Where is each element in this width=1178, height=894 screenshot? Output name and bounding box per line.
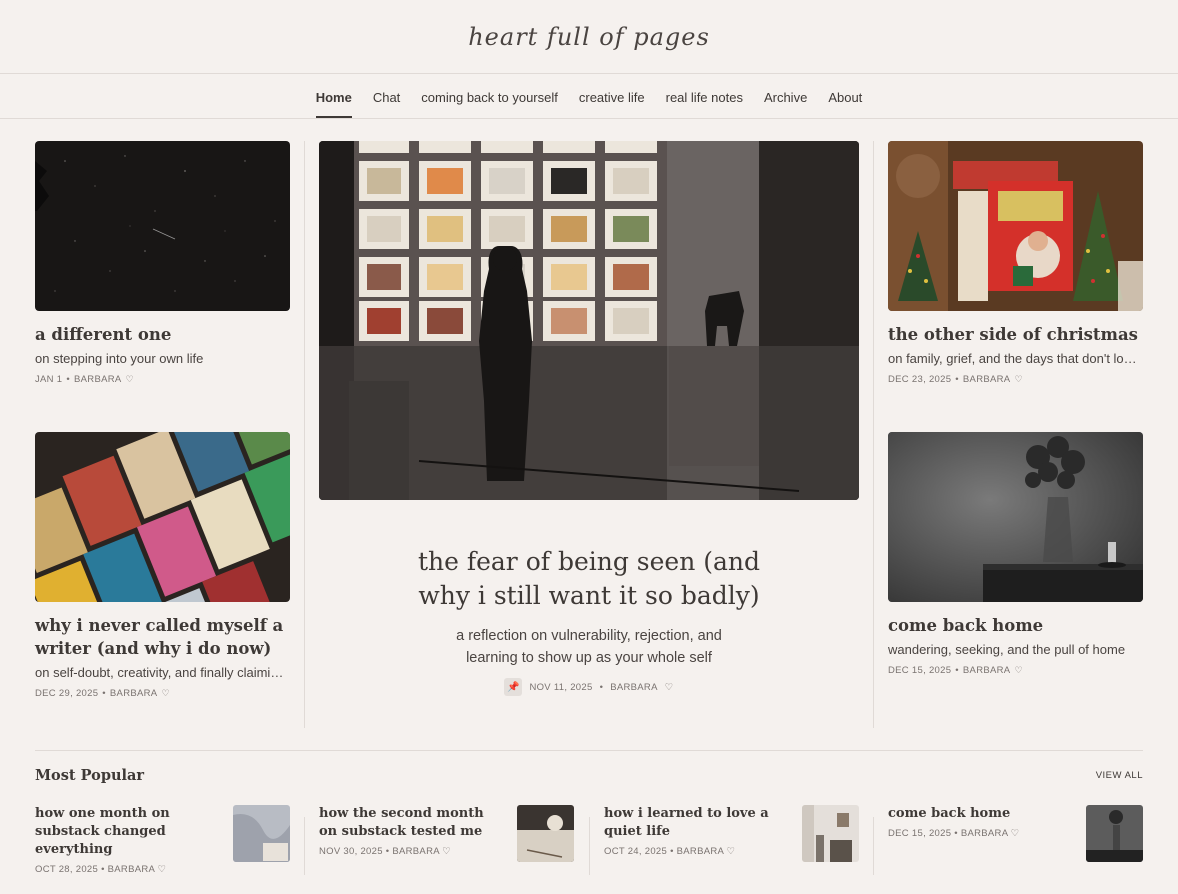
heart-icon[interactable]: ♡: [158, 864, 167, 875]
post-card[interactable]: why i never called myself a writer (and …: [35, 432, 290, 699]
post-card[interactable]: come back home wandering, seeking, and t…: [888, 432, 1143, 676]
post-date: OCT 28, 2025: [35, 864, 99, 875]
post-meta: DEC 15, 2025 • BARBARA ♡: [888, 665, 1143, 676]
featured-grid: a different one on stepping into your ow…: [35, 141, 1143, 728]
post-date: DEC 15, 2025: [888, 665, 952, 676]
nav-home[interactable]: Home: [315, 74, 352, 118]
nav-real-life-notes[interactable]: real life notes: [666, 74, 743, 118]
post-subtitle: wandering, seeking, and the pull of home: [888, 642, 1126, 657]
most-popular-list: how one month on substack changed everyt…: [35, 805, 1143, 875]
post-title[interactable]: come back home: [888, 614, 1143, 637]
heart-icon[interactable]: ♡: [665, 682, 674, 693]
heart-icon[interactable]: ♡: [1014, 374, 1022, 385]
heart-icon[interactable]: ♡: [442, 846, 451, 857]
post-author[interactable]: BARBARA: [961, 828, 1008, 839]
popular-title[interactable]: how one month on substack changed everyt…: [35, 805, 220, 859]
section-divider: [35, 750, 1143, 751]
popular-title[interactable]: come back home: [888, 805, 1073, 823]
meta-separator: •: [66, 374, 71, 385]
column-divider: [589, 817, 590, 875]
heart-icon[interactable]: ♡: [161, 688, 169, 699]
hero-post[interactable]: the fear of being seen (and why i still …: [319, 141, 859, 696]
nav-archive[interactable]: Archive: [764, 74, 807, 118]
post-meta: DEC 23, 2025 • BARBARA ♡: [888, 374, 1143, 385]
meta-separator: •: [955, 665, 959, 676]
pin-icon: 📌: [504, 678, 523, 696]
post-title[interactable]: a different one: [35, 323, 290, 346]
column-divider: [873, 817, 874, 875]
meta-separator: •: [102, 688, 106, 699]
post-subtitle: on family, grief, and the days that don'…: [888, 351, 1143, 366]
post-date: DEC 29, 2025: [35, 688, 99, 699]
post-author[interactable]: BARBARA: [677, 846, 724, 857]
popular-item[interactable]: how one month on substack changed everyt…: [35, 805, 290, 875]
christmas-decor-photo[interactable]: [888, 141, 1143, 311]
heart-icon[interactable]: ♡: [126, 374, 134, 385]
meta-separator: •: [385, 846, 390, 857]
nav-chat[interactable]: Chat: [373, 74, 400, 118]
heart-icon[interactable]: ♡: [1011, 828, 1020, 839]
post-subtitle: on self-doubt, creativity, and finally c…: [35, 665, 290, 680]
post-date: JAN 1: [35, 374, 63, 385]
post-author[interactable]: BARBARA: [392, 846, 439, 857]
post-date: DEC 15, 2025: [888, 828, 952, 839]
main-nav: Home Chat coming back to yourself creati…: [0, 74, 1178, 119]
column-divider: [304, 141, 305, 728]
column-divider: [304, 817, 305, 875]
post-card[interactable]: the other side of christmas on family, g…: [888, 141, 1143, 385]
site-logo[interactable]: heart full of pages: [468, 23, 710, 51]
popular-thumbnail[interactable]: [233, 805, 290, 862]
popular-item[interactable]: how the second month on substack tested …: [319, 805, 574, 875]
popular-item[interactable]: come back home DEC 15, 2025 • BARBARA ♡: [888, 805, 1143, 875]
nav-creative-life[interactable]: creative life: [579, 74, 645, 118]
heart-icon[interactable]: ♡: [1014, 665, 1022, 676]
post-meta: DEC 29, 2025 • BARBARA ♡: [35, 688, 290, 699]
popular-item[interactable]: how i learned to love a quiet life OCT 2…: [604, 805, 859, 875]
post-date: NOV 30, 2025: [319, 846, 383, 857]
post-date: NOV 11, 2025: [529, 681, 593, 693]
post-author[interactable]: BARBARA: [108, 864, 155, 875]
heart-icon[interactable]: ♡: [727, 846, 736, 857]
popular-thumbnail[interactable]: [517, 805, 574, 862]
meta-separator: •: [955, 374, 959, 385]
popular-thumbnail[interactable]: [802, 805, 859, 862]
post-author[interactable]: BARBARA: [610, 682, 658, 693]
hero-meta: 📌 NOV 11, 2025 • BARBARA ♡: [319, 678, 859, 696]
popular-title[interactable]: how the second month on substack tested …: [319, 805, 504, 841]
most-popular-header: Most Popular VIEW ALL: [35, 767, 1143, 784]
hero-title[interactable]: the fear of being seen (and why i still …: [319, 545, 859, 613]
meta-separator: •: [599, 681, 604, 693]
view-all-link[interactable]: VIEW ALL: [1096, 770, 1143, 781]
post-card[interactable]: a different one on stepping into your ow…: [35, 141, 290, 385]
post-title[interactable]: the other side of christmas: [888, 323, 1143, 346]
vase-flowers-photo[interactable]: [888, 432, 1143, 602]
post-author[interactable]: BARBARA: [74, 374, 122, 385]
post-date: DEC 23, 2025: [888, 374, 952, 385]
meta-separator: •: [670, 846, 674, 857]
post-author[interactable]: BARBARA: [963, 665, 1011, 676]
books-table-photo[interactable]: [35, 432, 290, 602]
post-meta: JAN 1 • BARBARA ♡: [35, 374, 290, 385]
site-header: heart full of pages: [0, 0, 1178, 74]
post-author[interactable]: BARBARA: [963, 374, 1011, 385]
night-sky-photo[interactable]: [35, 141, 290, 311]
popular-meta: OCT 28, 2025 • BARBARA ♡: [35, 864, 290, 875]
hero-subtitle: a reflection on vulnerability, rejection…: [456, 628, 722, 666]
meta-separator: •: [954, 828, 958, 839]
popular-title[interactable]: how i learned to love a quiet life: [604, 805, 789, 841]
post-subtitle: on stepping into your own life: [35, 351, 204, 366]
popular-thumbnail[interactable]: [1086, 805, 1143, 862]
post-title[interactable]: why i never called myself a writer (and …: [35, 614, 290, 660]
gallery-silhouette-photo[interactable]: [319, 141, 859, 500]
meta-separator: •: [101, 864, 105, 875]
post-date: OCT 24, 2025: [604, 846, 668, 857]
column-divider: [873, 141, 874, 728]
post-author[interactable]: BARBARA: [110, 688, 158, 699]
nav-coming-back[interactable]: coming back to yourself: [421, 74, 558, 118]
nav-about[interactable]: About: [828, 74, 862, 118]
most-popular-title: Most Popular: [35, 767, 145, 784]
